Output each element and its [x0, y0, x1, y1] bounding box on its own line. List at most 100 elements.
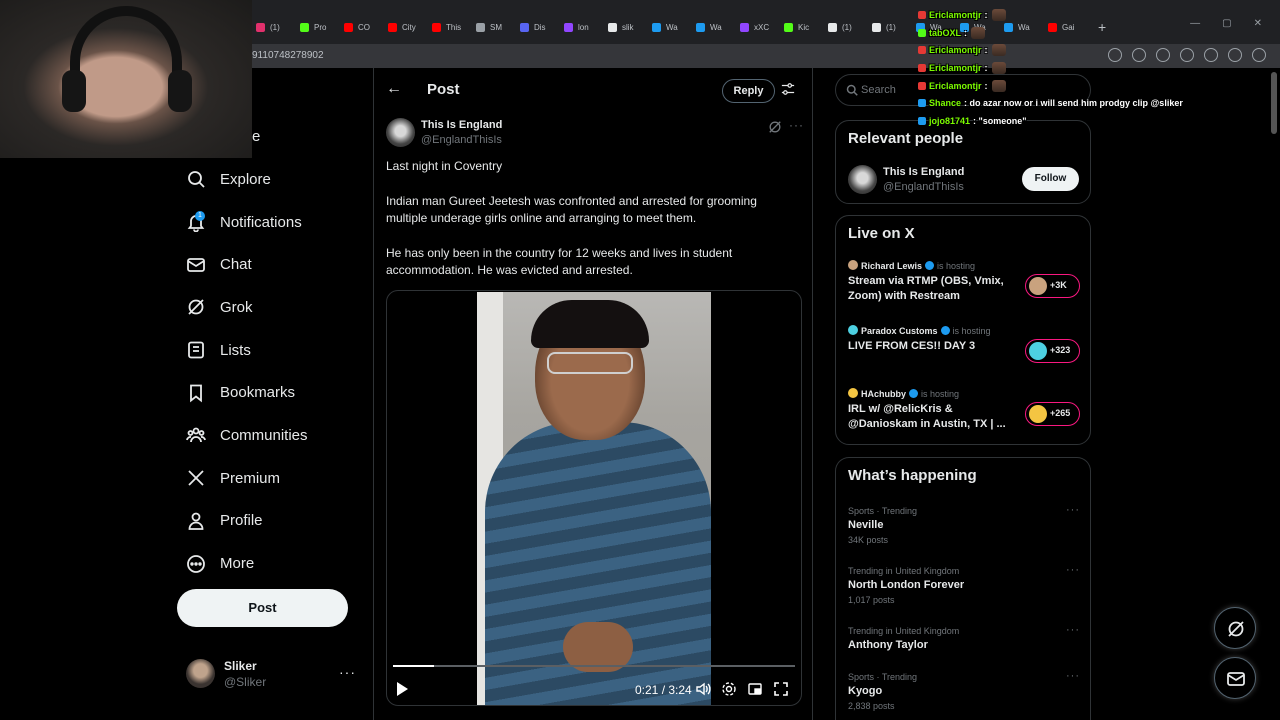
trend-item[interactable]: Sports · Trending Kyogo 2,838 posts ··· — [848, 670, 1082, 720]
trend-item[interactable]: Sports · Trending Neville 34K posts ··· — [848, 504, 1082, 554]
space-title[interactable]: LIVE FROM CES!! DAY 3 — [848, 339, 1013, 354]
browser-tab[interactable]: xXC — [736, 14, 780, 40]
live-host[interactable]: Paradox Customs is hosting — [848, 325, 991, 336]
browser-tab[interactable]: Wa — [648, 14, 692, 40]
sliders-icon[interactable] — [781, 82, 795, 96]
more-dots-icon[interactable]: ··· — [1066, 624, 1080, 636]
live-host[interactable]: Richard Lewis is hosting — [848, 260, 975, 271]
browser-tab[interactable]: (1) — [824, 14, 868, 40]
space-title[interactable]: Stream via RTMP (OBS, Vmix, Zoom) with R… — [848, 274, 1013, 304]
more-dots-icon[interactable]: ··· — [1066, 564, 1080, 576]
fullscreen-icon[interactable] — [773, 681, 789, 697]
browser-tab[interactable]: (1) — [868, 14, 912, 40]
relevant-handle[interactable]: @EnglandThisIs — [883, 181, 964, 193]
settings-gear-icon[interactable] — [721, 681, 737, 697]
tab-favicon-icon — [872, 22, 881, 32]
live-host[interactable]: HAchubby is hosting — [848, 388, 959, 399]
nav-item-communities[interactable]: Communities — [177, 414, 367, 457]
tab-favicon-icon — [300, 22, 309, 32]
listener-count-pill[interactable]: +323 — [1025, 339, 1080, 363]
nav-item-home-partial[interactable]: e — [252, 128, 260, 145]
nav-item-chat[interactable]: Chat — [177, 243, 367, 286]
grok-icon — [188, 299, 204, 316]
tab-favicon-icon — [608, 22, 617, 32]
browser-tab[interactable]: Pro — [296, 14, 340, 40]
grok-icon[interactable] — [768, 120, 782, 134]
back-arrow-icon[interactable]: ← — [386, 80, 402, 98]
messages-fab-button[interactable] — [1214, 657, 1256, 699]
nav-item-explore[interactable]: Explore — [177, 158, 367, 201]
video-player[interactable]: 0:21 / 3:24 — [386, 290, 802, 706]
host-avatar — [848, 325, 858, 335]
more-dots-icon[interactable]: ··· — [1066, 504, 1080, 516]
play-icon[interactable] — [397, 682, 408, 696]
live-item[interactable]: Richard Lewis is hosting Stream via RTMP (… — [848, 260, 1082, 310]
listener-count: +323 — [1050, 345, 1071, 355]
account-switcher[interactable]: Sliker @Sliker ··· — [186, 658, 366, 690]
trend-item[interactable]: Trending in United Kingdom North London F… — [848, 564, 1082, 614]
account-name: Sliker — [224, 659, 257, 673]
tweet-author[interactable]: This Is England @EnglandThisIs ··· — [386, 118, 806, 148]
chat-emote-icon — [991, 79, 1006, 92]
listener-count-pill[interactable]: +265 — [1025, 402, 1080, 426]
video-frame[interactable] — [477, 292, 711, 705]
browser-tab[interactable]: Wa — [692, 14, 736, 40]
notification-badge: 1 — [195, 211, 205, 222]
chat-username: jojo81741 — [929, 115, 971, 126]
host-name: HAchubby — [861, 389, 906, 399]
space-title[interactable]: IRL w/ @RelicKris & @Danioskam in Austin… — [848, 402, 1013, 432]
volume-icon[interactable] — [695, 681, 711, 697]
browser-tab[interactable]: slik — [604, 14, 648, 40]
live-item[interactable]: HAchubby is hosting IRL w/ @RelicKris & @D… — [848, 388, 1082, 438]
video-progress-bar[interactable] — [393, 665, 795, 667]
browser-tab[interactable]: City — [384, 14, 428, 40]
host-suffix: is hosting — [937, 261, 976, 271]
reply-button[interactable]: Reply — [722, 79, 775, 103]
live-on-x-title: Live on X — [848, 225, 915, 242]
picture-in-picture-icon[interactable] — [747, 681, 763, 697]
chat-emote-icon — [971, 26, 986, 39]
verified-badge-icon — [940, 326, 950, 335]
person-icon — [188, 512, 204, 530]
author-avatar[interactable] — [386, 118, 415, 147]
grok-fab-button[interactable] — [1214, 607, 1256, 649]
live-item[interactable]: Paradox Customs is hosting LIVE FROM CES!!… — [848, 325, 1082, 375]
tab-favicon-icon — [476, 22, 485, 32]
avatar — [186, 659, 215, 688]
search-icon — [188, 171, 205, 188]
page-scrollbar[interactable] — [1271, 72, 1277, 134]
chat-username: Ericlamontjr — [929, 62, 982, 73]
trend-posts: 34K posts — [848, 535, 889, 545]
nav-item-lists[interactable]: Lists — [177, 329, 367, 372]
author-name[interactable]: This Is England — [421, 119, 502, 131]
trend-item[interactable]: Trending in United Kingdom Anthony Taylor… — [848, 624, 1082, 674]
nav-item-premium[interactable]: Premium — [177, 457, 367, 500]
author-handle[interactable]: @EnglandThisIs — [421, 134, 502, 146]
browser-tab[interactable]: SM — [472, 14, 516, 40]
nav-item-label: Notifications — [220, 213, 302, 231]
nav-item-profile[interactable]: Profile — [177, 500, 367, 543]
nav-item-notifications[interactable]: 1 Notifications — [177, 201, 367, 244]
nav-item-grok[interactable]: Grok — [177, 286, 367, 329]
browser-tab[interactable]: This — [428, 14, 472, 40]
follow-button[interactable]: Follow — [1022, 167, 1079, 191]
tab-favicon-icon — [564, 22, 573, 32]
stream-chat-overlay: Ericlamontjr: tabOXL: Ericlamontjr: Ericlam… — [918, 6, 1258, 130]
nav-item-more[interactable]: More — [177, 542, 367, 585]
listener-count-pill[interactable]: +3K — [1025, 274, 1080, 298]
browser-tab[interactable]: Dis — [516, 14, 560, 40]
relevant-name[interactable]: This Is England — [883, 166, 964, 178]
nav-item-bookmarks[interactable]: Bookmarks — [177, 371, 367, 414]
more-dots-icon[interactable]: ··· — [339, 664, 356, 680]
post-button[interactable]: Post — [177, 589, 348, 627]
trend-name: Neville — [848, 519, 884, 531]
browser-tab[interactable]: lon — [560, 14, 604, 40]
browser-tab[interactable]: Kic — [780, 14, 824, 40]
more-dots-icon[interactable]: ··· — [1066, 670, 1080, 682]
relevant-avatar[interactable] — [848, 165, 877, 194]
url-text[interactable]: 9110748278902 — [252, 50, 324, 61]
more-dots-icon[interactable]: ··· — [789, 118, 804, 132]
browser-tab[interactable]: CO — [340, 14, 384, 40]
browser-tab[interactable]: (1) — [252, 14, 296, 40]
chat-badge-icon — [918, 81, 926, 90]
